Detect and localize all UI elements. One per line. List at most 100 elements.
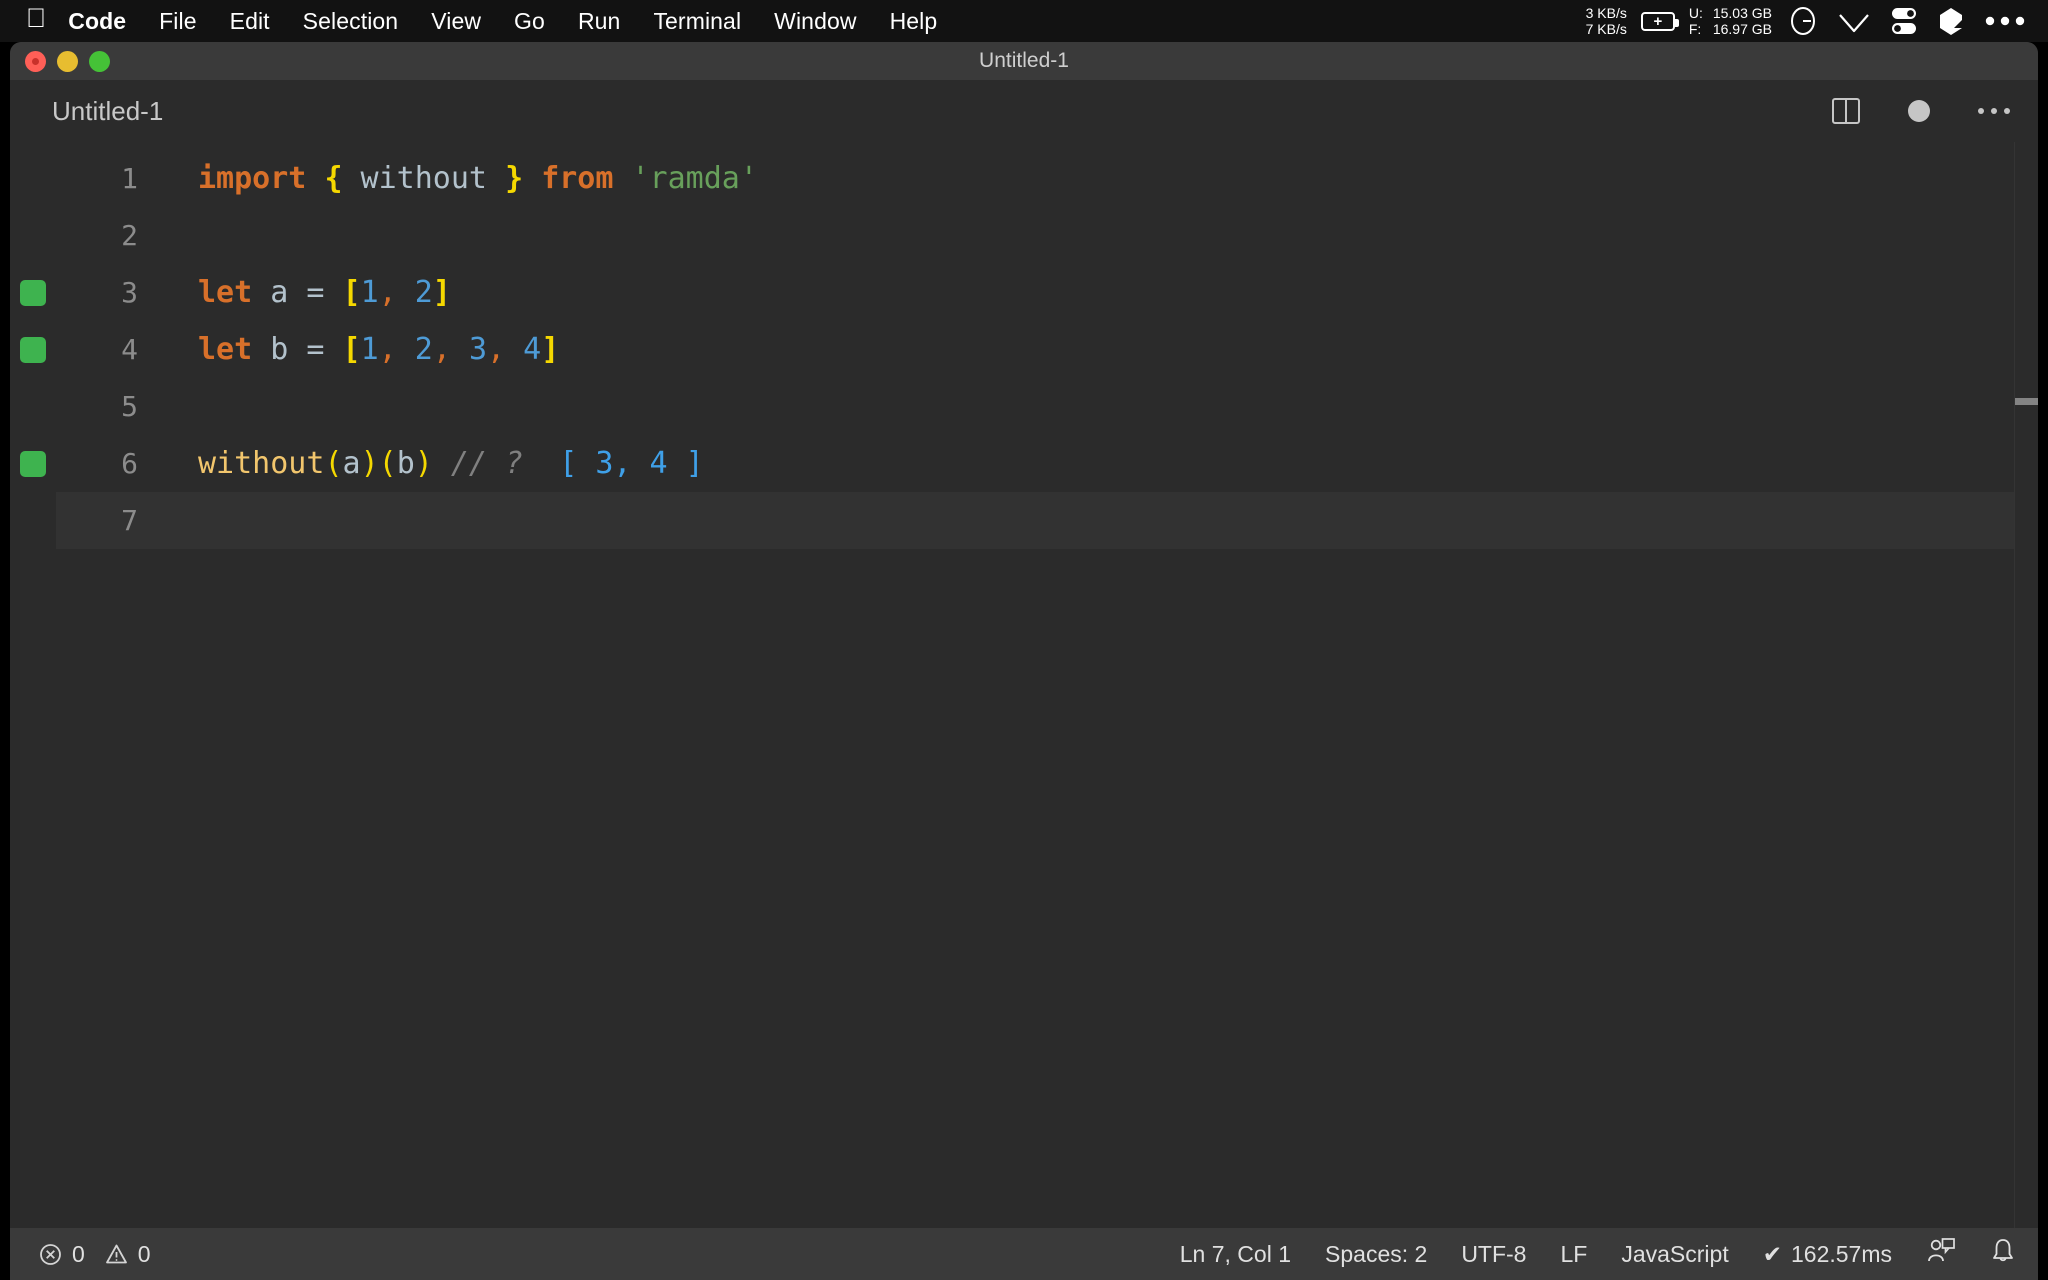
code-line[interactable]: 1 import { without } from 'ramda' <box>10 150 2038 207</box>
code-token: [ 3, 4 ] <box>559 446 704 481</box>
menu-item-terminal[interactable]: Terminal <box>653 8 741 35</box>
menu-item-help[interactable]: Help <box>890 8 938 35</box>
line-number: 2 <box>121 219 138 252</box>
quokka-green-square-icon <box>20 336 46 363</box>
code-token: ] <box>432 275 451 310</box>
line-content[interactable]: let b = [1, 2, 3, 4] <box>152 321 2038 378</box>
menu-item-window[interactable]: Window <box>774 8 856 35</box>
menu-item-selection[interactable]: Selection <box>303 8 399 35</box>
line-content[interactable]: import { without } from 'ramda' <box>152 150 2038 207</box>
dropbox-icon[interactable] <box>1938 6 1964 36</box>
code-line[interactable]: 2 <box>10 207 2038 264</box>
warning-count: 0 <box>137 1240 151 1267</box>
code-token: ) <box>414 446 433 481</box>
control-center-icon[interactable] <box>1890 6 1918 36</box>
unsaved-dot-icon[interactable] <box>1908 100 1930 122</box>
memory-free-value: 16.97 GB <box>1712 21 1772 37</box>
code-token: = <box>306 332 325 367</box>
editor-scrollbar[interactable] <box>2014 142 2038 1228</box>
language-mode[interactable]: JavaScript <box>1621 1241 1728 1268</box>
battery-charging-icon[interactable]: + <box>1640 11 1679 31</box>
menu-item-edit[interactable]: Edit <box>230 8 270 35</box>
menu-item-view[interactable]: View <box>431 8 481 35</box>
indentation-setting[interactable]: Spaces: 2 <box>1325 1241 1427 1268</box>
code-token: a <box>252 275 307 310</box>
code-line[interactable]: 7 <box>10 492 2038 549</box>
code-token: a <box>342 446 361 481</box>
line-content[interactable] <box>152 378 2038 435</box>
line-content[interactable] <box>152 492 2038 549</box>
gutter-decoration <box>10 450 56 477</box>
line-content[interactable]: without(a)(b) // ? [ 3, 4 ] <box>152 435 2038 492</box>
code-token: ( <box>324 446 343 481</box>
menu-item-go[interactable]: Go <box>514 8 545 35</box>
code-token: } <box>505 161 524 196</box>
tab-untitled-1[interactable]: Untitled-1 <box>52 96 163 127</box>
line-content[interactable] <box>152 207 2038 264</box>
code-token: [ <box>342 332 361 367</box>
problems-indicator[interactable]: 0 0 <box>38 1241 151 1268</box>
network-speed-indicator: 3 KB/s 7 KB/s <box>1586 5 1627 37</box>
more-actions-icon[interactable] <box>1978 108 2010 114</box>
bell-icon[interactable] <box>1990 1237 2016 1271</box>
code-line[interactable]: 3 let a = [1, 2] <box>10 264 2038 321</box>
error-circle-icon <box>38 1242 63 1267</box>
quokka-green-square-icon <box>20 450 46 477</box>
memory-used-value: 15.03 GB <box>1712 5 1772 21</box>
apple-logo-icon[interactable]:  <box>26 4 46 32</box>
code-token: let <box>198 275 253 310</box>
line-content[interactable]: let a = [1, 2] <box>152 264 2038 321</box>
status-bar-left: 0 0 <box>38 1241 151 1268</box>
code-token: 3 <box>468 332 487 367</box>
code-token: without <box>198 446 325 481</box>
code-token: ( <box>378 446 397 481</box>
menu-item-code[interactable]: Code <box>68 8 126 35</box>
gutter-decoration <box>10 279 56 306</box>
split-editor-icon[interactable] <box>1832 98 1860 124</box>
feedback-person-icon[interactable] <box>1926 1237 1956 1271</box>
window-titlebar: Untitled-1 <box>10 42 2038 80</box>
download-speed: 7 KB/s <box>1585 21 1627 37</box>
menu-item-file[interactable]: File <box>159 8 196 35</box>
status-bar: 0 0 Ln 7, Col 1 Spaces: 2 UTF-8 LF JavaS… <box>10 1228 2038 1280</box>
code-token: // ? <box>450 446 524 481</box>
editor-actions <box>1832 98 2010 124</box>
code-editor[interactable]: 1 import { without } from 'ramda' 2 3 let a … <box>10 142 2038 1228</box>
memory-used-label: U: <box>1688 5 1703 21</box>
code-line[interactable]: 4 let b = [1, 2, 3, 4] <box>10 321 2038 378</box>
code-token: b <box>252 332 307 367</box>
warning-triangle-icon <box>104 1242 129 1267</box>
line-number: 4 <box>121 333 138 366</box>
code-line[interactable]: 6 without(a)(b) // ? [ 3, 4 ] <box>10 435 2038 492</box>
code-token: 2 <box>414 332 433 367</box>
code-token: without <box>342 161 506 196</box>
eol-setting[interactable]: LF <box>1560 1241 1587 1268</box>
code-token: 4 <box>523 332 542 367</box>
wifi-icon[interactable] <box>1838 8 1870 34</box>
upload-speed: 3 KB/s <box>1585 5 1627 21</box>
quokka-run-status[interactable]: ✔ 162.57ms <box>1763 1241 1892 1268</box>
menu-item-run[interactable]: Run <box>578 8 621 35</box>
code-token: , <box>378 332 397 367</box>
more-menu-icon[interactable] <box>1984 15 2026 27</box>
line-number: 3 <box>121 276 138 309</box>
code-token: , <box>378 275 397 310</box>
code-token: from <box>541 161 614 196</box>
line-number: 5 <box>121 390 138 423</box>
cursor-position[interactable]: Ln 7, Col 1 <box>1180 1241 1291 1268</box>
clock-icon[interactable] <box>1788 6 1818 36</box>
code-line[interactable]: 5 <box>10 378 2038 435</box>
encoding-setting[interactable]: UTF-8 <box>1461 1241 1526 1268</box>
code-token: ] <box>541 332 560 367</box>
code-token: { <box>324 161 343 196</box>
run-time: 162.57ms <box>1790 1240 1892 1267</box>
line-number: 1 <box>121 162 138 195</box>
